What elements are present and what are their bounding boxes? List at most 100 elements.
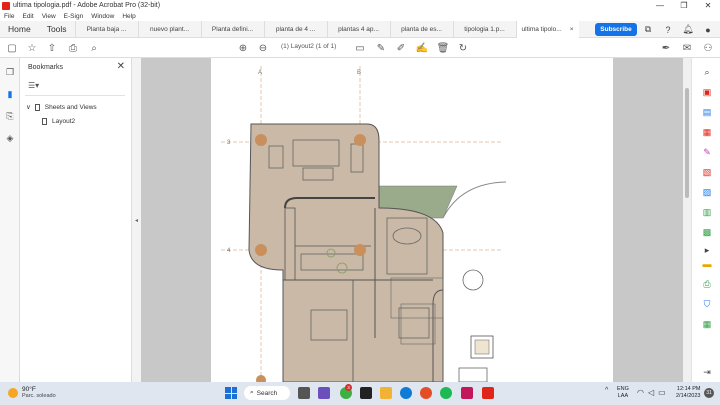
zoom-search-icon[interactable]: ⌕ [87,41,101,55]
acrobat-pro-taskbar-icon[interactable] [482,387,494,399]
comment-icon[interactable]: ▭ [353,41,367,55]
document-view[interactable]: A B 3 4 [141,58,683,382]
close-window-button[interactable]: ✕ [696,0,720,11]
print-icon[interactable]: ⎙ [66,41,80,55]
close-tab-icon[interactable]: × [570,26,574,33]
menu-esign[interactable]: E-Sign [64,13,84,20]
protect-icon[interactable]: ⛉ [701,298,713,310]
language-indicator[interactable]: ENG LAA [617,386,629,400]
teams-icon[interactable] [318,387,330,399]
menu-help[interactable]: Help [122,13,135,20]
doc-tab[interactable]: Planta baja ... [74,20,138,38]
page-number-field[interactable]: (1) Layout2 (1 of 1) [281,43,336,50]
tab-home[interactable]: Home [0,24,39,34]
rotate-icon[interactable]: ↻ [456,41,470,55]
collapse-left-icon[interactable]: ◂ [135,217,138,224]
notifications-icon[interactable]: 🔔︎ [678,23,698,36]
doc-tab[interactable]: planta de es... [389,20,453,38]
close-panel-icon[interactable]: ✕ [117,61,125,72]
measure-icon[interactable]: ▦ [701,318,713,330]
print-production-icon[interactable]: ⎙ [701,278,713,290]
export-icon[interactable]: ▦ [701,126,713,138]
battery-icon[interactable]: ▭ [658,388,666,397]
weather-widget[interactable]: 90°F Parc. soleado [8,386,56,399]
maximize-button[interactable]: ❐ [672,0,696,11]
chevron-down-icon[interactable]: ∨ [26,103,31,111]
excel-icon[interactable]: ▥ [701,206,713,218]
vertical-scrollbar[interactable] [683,58,691,382]
help-icon[interactable]: ? [658,23,678,36]
scroll-thumb[interactable] [685,88,689,198]
taskbar-search[interactable]: ⌕ Search [244,386,290,400]
spotify-icon[interactable] [440,387,452,399]
combine-icon[interactable]: ▤ [701,106,713,118]
clock[interactable]: 12:14 PM 2/14/2023 [676,386,700,400]
edit-pdf-icon[interactable]: ▨ [701,186,713,198]
stamp-icon[interactable]: ✍ [415,41,429,55]
bookmark-item-layout2[interactable]: Layout2 [42,118,75,125]
ocr-icon[interactable]: ▩ [701,226,713,238]
menu-edit[interactable]: Edit [22,13,33,20]
clock-date: 2/14/2023 [676,393,701,399]
create-pdf-icon[interactable]: ▢ [5,41,19,55]
delete-icon[interactable]: 🗑︎ [436,41,450,55]
tray-chevron-icon[interactable]: ^ [605,387,608,394]
menu-window[interactable]: Window [91,13,114,20]
app-icon[interactable] [360,387,372,399]
bookmark-icon [34,103,40,111]
expand-right-icon[interactable]: ▸ [701,244,713,256]
subscribe-button[interactable]: Subscribe [595,23,637,36]
share-icon[interactable]: ⚇ [701,41,715,55]
window-title: ultima tipologia.pdf - Adobe Acrobat Pro… [13,2,161,9]
acrobat-taskbar-icon[interactable] [461,387,473,399]
menu-file[interactable]: File [4,13,14,20]
windows-start-icon[interactable] [225,387,237,399]
collapse-rail-icon[interactable]: ⇥ [701,366,713,378]
notification-badge[interactable]: 31 [704,388,714,398]
wifi-icon[interactable]: ◠ [637,388,644,397]
chrome-icon[interactable] [420,387,432,399]
bookmark-icon [42,118,47,125]
bookmark-item-sheets[interactable]: ∨ Sheets and Views [26,103,97,111]
doc-tab-active[interactable]: ultima tipolo... × [515,20,579,38]
options-icon[interactable]: ☰▾ [28,81,39,90]
zoom-icon[interactable]: ⌕ [701,66,713,78]
menu-view[interactable]: View [42,13,56,20]
bookmarks-icon[interactable]: ▮ [4,88,16,100]
doc-tab[interactable]: Planta defini... [200,20,264,38]
layers-icon[interactable]: ◈ [4,132,16,144]
doc-tab[interactable]: tipologia 1.p... [452,20,516,38]
next-page-icon[interactable]: ⊖ [256,41,270,55]
panel-splitter[interactable]: ◂ [132,58,141,382]
pages-icon[interactable]: ❐ [4,66,16,78]
email-icon[interactable]: ✉ [680,41,694,55]
doc-tab[interactable]: plantas 4 ap... [326,20,390,38]
upload-icon[interactable]: ⇧ [45,41,59,55]
compress-icon[interactable]: ▧ [701,166,713,178]
highlight-icon[interactable]: ✐ [394,41,408,55]
weather-desc: Parc. soleado [22,393,56,399]
task-view-icon[interactable] [298,387,310,399]
pen-icon[interactable]: ✎ [374,41,388,55]
attachments-icon[interactable]: ⎘ [4,110,16,122]
volume-icon[interactable]: ◁ [648,388,654,397]
edge-icon[interactable] [400,387,412,399]
minimize-button[interactable]: — [648,0,672,11]
floor-plan-drawing: A B 3 4 [221,66,507,382]
search-icon: ⌕ [250,389,254,396]
organize-icon[interactable]: ✎ [701,146,713,158]
comment-tool-icon[interactable]: ▬ [701,258,713,270]
prev-page-icon[interactable]: ⊕ [236,41,250,55]
share-screen-icon[interactable]: ⧉ [638,23,658,36]
sign-icon[interactable]: ✒ [659,41,673,55]
doc-tab[interactable]: planta de 4 ... [263,20,327,38]
file-explorer-icon[interactable] [380,387,392,399]
tab-tools[interactable]: Tools [39,24,75,34]
left-rail: ❐ ▮ ⎘ ◈ [0,58,20,382]
account-icon[interactable]: ● [698,23,718,36]
search-label: Search [256,389,278,397]
doc-tab[interactable]: nuevo plant... [137,20,201,38]
bookmark-star-icon[interactable]: ☆ [25,41,39,55]
menu-bar: File Edit View E-Sign Window Help [0,11,720,21]
create-pdf-tool-icon[interactable]: ▣ [701,86,713,98]
